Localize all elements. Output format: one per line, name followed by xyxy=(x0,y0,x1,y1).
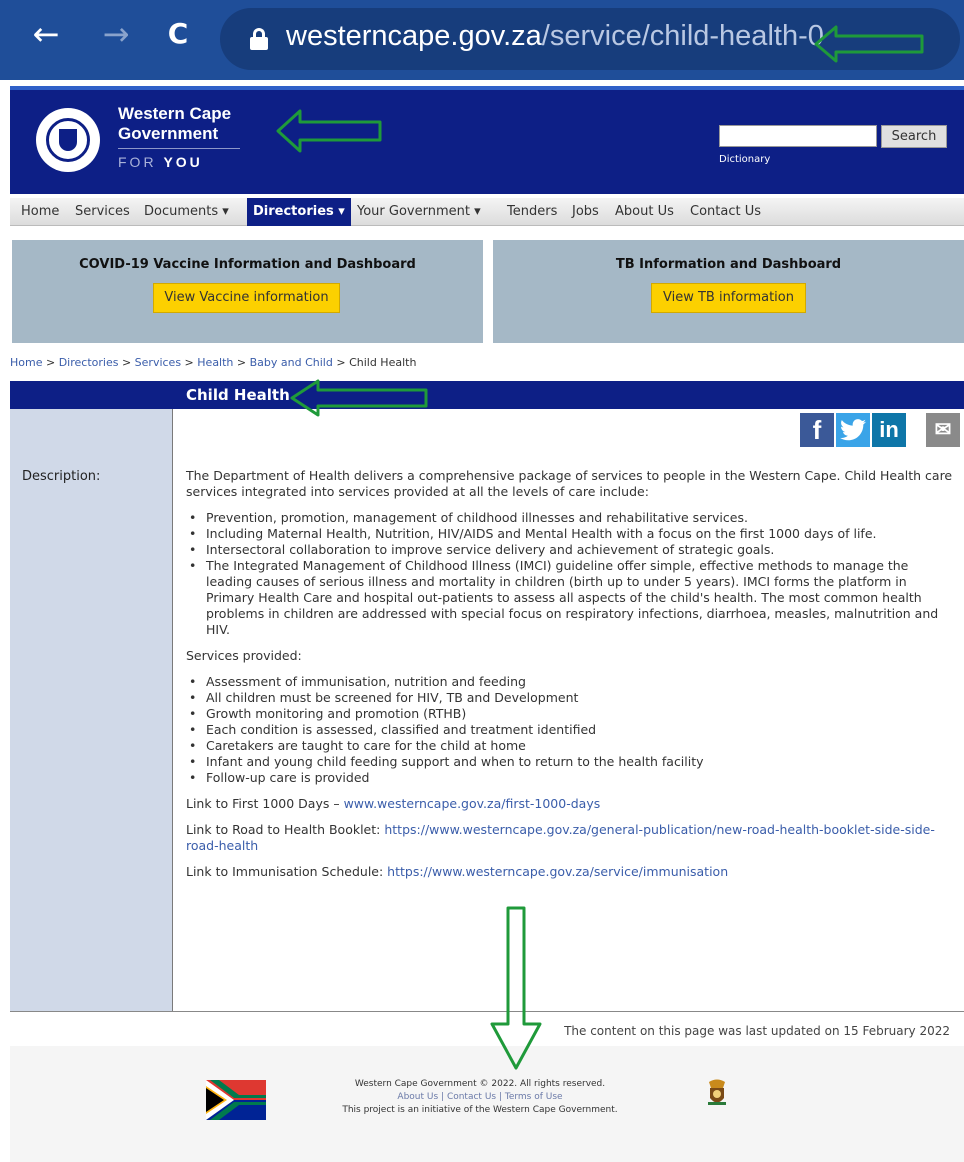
nav-jobs[interactable]: Jobs xyxy=(572,198,599,226)
nav-documents[interactable]: Documents ▾ xyxy=(144,198,229,226)
footer-terms-link[interactable]: Terms of Use xyxy=(505,1092,563,1102)
annotation-arrow-icon xyxy=(814,25,924,63)
immunisation-link[interactable]: https://www.westerncape.gov.za/service/i… xyxy=(387,864,728,879)
footer-link-separator: | xyxy=(496,1092,505,1102)
services-heading: Services provided: xyxy=(186,648,302,663)
breadcrumb-separator: > xyxy=(332,356,350,369)
nav-tenders[interactable]: Tenders xyxy=(507,198,557,226)
covid-banner: COVID-19 Vaccine Information and Dashboa… xyxy=(12,240,483,343)
annotation-arrow-icon xyxy=(290,379,428,417)
description-label: Description: xyxy=(22,469,101,484)
breadcrumb-services[interactable]: Services xyxy=(135,356,181,369)
breadcrumb-home[interactable]: Home xyxy=(10,356,42,369)
forward-arrow-icon[interactable]: → xyxy=(96,14,136,54)
breadcrumb-separator: > xyxy=(118,356,135,369)
copyright-text: Western Cape Government © 2022. All righ… xyxy=(354,1079,606,1089)
nav-contact-us[interactable]: Contact Us xyxy=(690,198,761,226)
first-1000-days-paragraph: Link to First 1000 Days – www.westerncap… xyxy=(186,796,956,812)
view-vaccine-button[interactable]: View Vaccine information xyxy=(153,283,340,313)
facebook-icon[interactable]: f xyxy=(800,413,834,447)
breadcrumb-separator: > xyxy=(181,356,198,369)
brand-name[interactable]: Western Cape Government xyxy=(118,104,231,144)
nav-about-us[interactable]: About Us xyxy=(615,198,674,226)
description-content: The Department of Health delivers a comp… xyxy=(186,468,956,890)
view-tb-button[interactable]: View TB information xyxy=(651,283,806,313)
nav-home[interactable]: Home xyxy=(21,198,59,226)
first-1000-days-link[interactable]: www.westerncape.gov.za/first-1000-days xyxy=(344,796,601,811)
coat-of-arms-logo[interactable] xyxy=(36,108,100,172)
breadcrumb-separator: > xyxy=(233,356,250,369)
reload-icon[interactable]: C xyxy=(158,14,198,54)
list-item: Prevention, promotion, management of chi… xyxy=(189,510,956,526)
search-input[interactable] xyxy=(719,125,877,147)
url-text[interactable]: westerncape.gov.za/service/child-health-… xyxy=(286,20,824,53)
list-item: Intersectoral collaboration to improve s… xyxy=(189,542,956,558)
list-item: All children must be screened for HIV, T… xyxy=(189,690,956,706)
nav-your-government[interactable]: Your Government ▾ xyxy=(357,198,481,226)
footer: Western Cape Government © 2022. All righ… xyxy=(10,1046,964,1162)
footer-text: Western Cape Government © 2022. All righ… xyxy=(310,1078,650,1117)
content-divider xyxy=(10,1011,964,1012)
tagline-you: YOU xyxy=(163,154,203,170)
initiative-text: This project is an initiative of the Wes… xyxy=(342,1105,618,1115)
breadcrumb-health[interactable]: Health xyxy=(197,356,233,369)
url-path: /service/child-health-0 xyxy=(541,20,824,52)
list-item: The Integrated Management of Childhood I… xyxy=(189,558,956,638)
breadcrumb-baby-and-child[interactable]: Baby and Child xyxy=(250,356,333,369)
immunisation-paragraph: Link to Immunisation Schedule: https://w… xyxy=(186,864,956,880)
brand-tagline: FOR YOU xyxy=(118,154,203,170)
footer-about-link[interactable]: About Us xyxy=(397,1092,438,1102)
care-bullets: Prevention, promotion, management of chi… xyxy=(189,510,956,638)
list-item: Each condition is assessed, classified a… xyxy=(189,722,956,738)
link-label: Link to Road to Health Booklet: xyxy=(186,822,385,837)
nav-services[interactable]: Services xyxy=(75,198,130,226)
intro-paragraph: The Department of Health delivers a comp… xyxy=(186,468,953,499)
link-label: Link to Immunisation Schedule: xyxy=(186,864,388,879)
list-item: Growth monitoring and promotion (RTHB) xyxy=(189,706,956,722)
coat-of-arms-icon xyxy=(708,1079,726,1105)
page-title: Child Health xyxy=(186,386,290,404)
footer-contact-link[interactable]: Contact Us xyxy=(447,1092,496,1102)
tb-banner: TB Information and Dashboard View TB inf… xyxy=(493,240,964,343)
lock-icon[interactable] xyxy=(250,28,268,50)
back-arrow-icon[interactable]: ← xyxy=(26,14,66,54)
covid-banner-title: COVID-19 Vaccine Information and Dashboa… xyxy=(79,257,416,272)
search-button[interactable]: Search xyxy=(881,125,947,148)
list-item: Assessment of immunisation, nutrition an… xyxy=(189,674,956,690)
tagline-for: FOR xyxy=(118,154,164,170)
breadcrumb-directories[interactable]: Directories xyxy=(59,356,119,369)
url-host: westerncape.gov.za xyxy=(286,20,542,52)
tb-banner-title: TB Information and Dashboard xyxy=(615,257,842,272)
breadcrumb: Home > Directories > Services > Health >… xyxy=(10,356,416,369)
services-bullets: Assessment of immunisation, nutrition an… xyxy=(189,674,956,786)
twitter-icon[interactable] xyxy=(836,413,870,447)
brand-line-1: Western Cape xyxy=(118,104,232,123)
list-item: Including Maternal Health, Nutrition, HI… xyxy=(189,526,956,542)
nav-directories[interactable]: Directories ▾ xyxy=(247,198,351,226)
main-nav: Home Services Documents ▾ Directories ▾ … xyxy=(10,198,964,226)
last-updated-text: The content on this page was last update… xyxy=(564,1024,950,1038)
list-item: Follow-up care is provided xyxy=(189,770,956,786)
dictionary-link[interactable]: Dictionary xyxy=(719,154,770,165)
list-item: Infant and young child feeding support a… xyxy=(189,754,956,770)
brand-divider xyxy=(118,148,240,149)
footer-links: About Us | Contact Us | Terms of Use xyxy=(310,1091,650,1104)
annotation-arrow-icon xyxy=(276,109,382,153)
list-item: Caretakers are taught to care for the ch… xyxy=(189,738,956,754)
footer-link-separator: | xyxy=(438,1092,447,1102)
road-to-health-paragraph: Link to Road to Health Booklet: https://… xyxy=(186,822,956,854)
annotation-arrow-icon xyxy=(490,906,542,1070)
breadcrumb-separator: > xyxy=(42,356,59,369)
site-header: Western Cape Government FOR YOU Search D… xyxy=(10,86,964,194)
link-label: Link to First 1000 Days – xyxy=(186,796,344,811)
email-icon[interactable]: ✉ xyxy=(926,413,960,447)
brand-line-2: Government xyxy=(118,124,219,143)
title-bar: Child Health xyxy=(10,381,964,409)
south-africa-flag-icon xyxy=(206,1080,266,1120)
breadcrumb-current: Child Health xyxy=(349,356,417,369)
linkedin-icon[interactable]: in xyxy=(872,413,906,447)
label-column: Description: xyxy=(10,409,173,1011)
